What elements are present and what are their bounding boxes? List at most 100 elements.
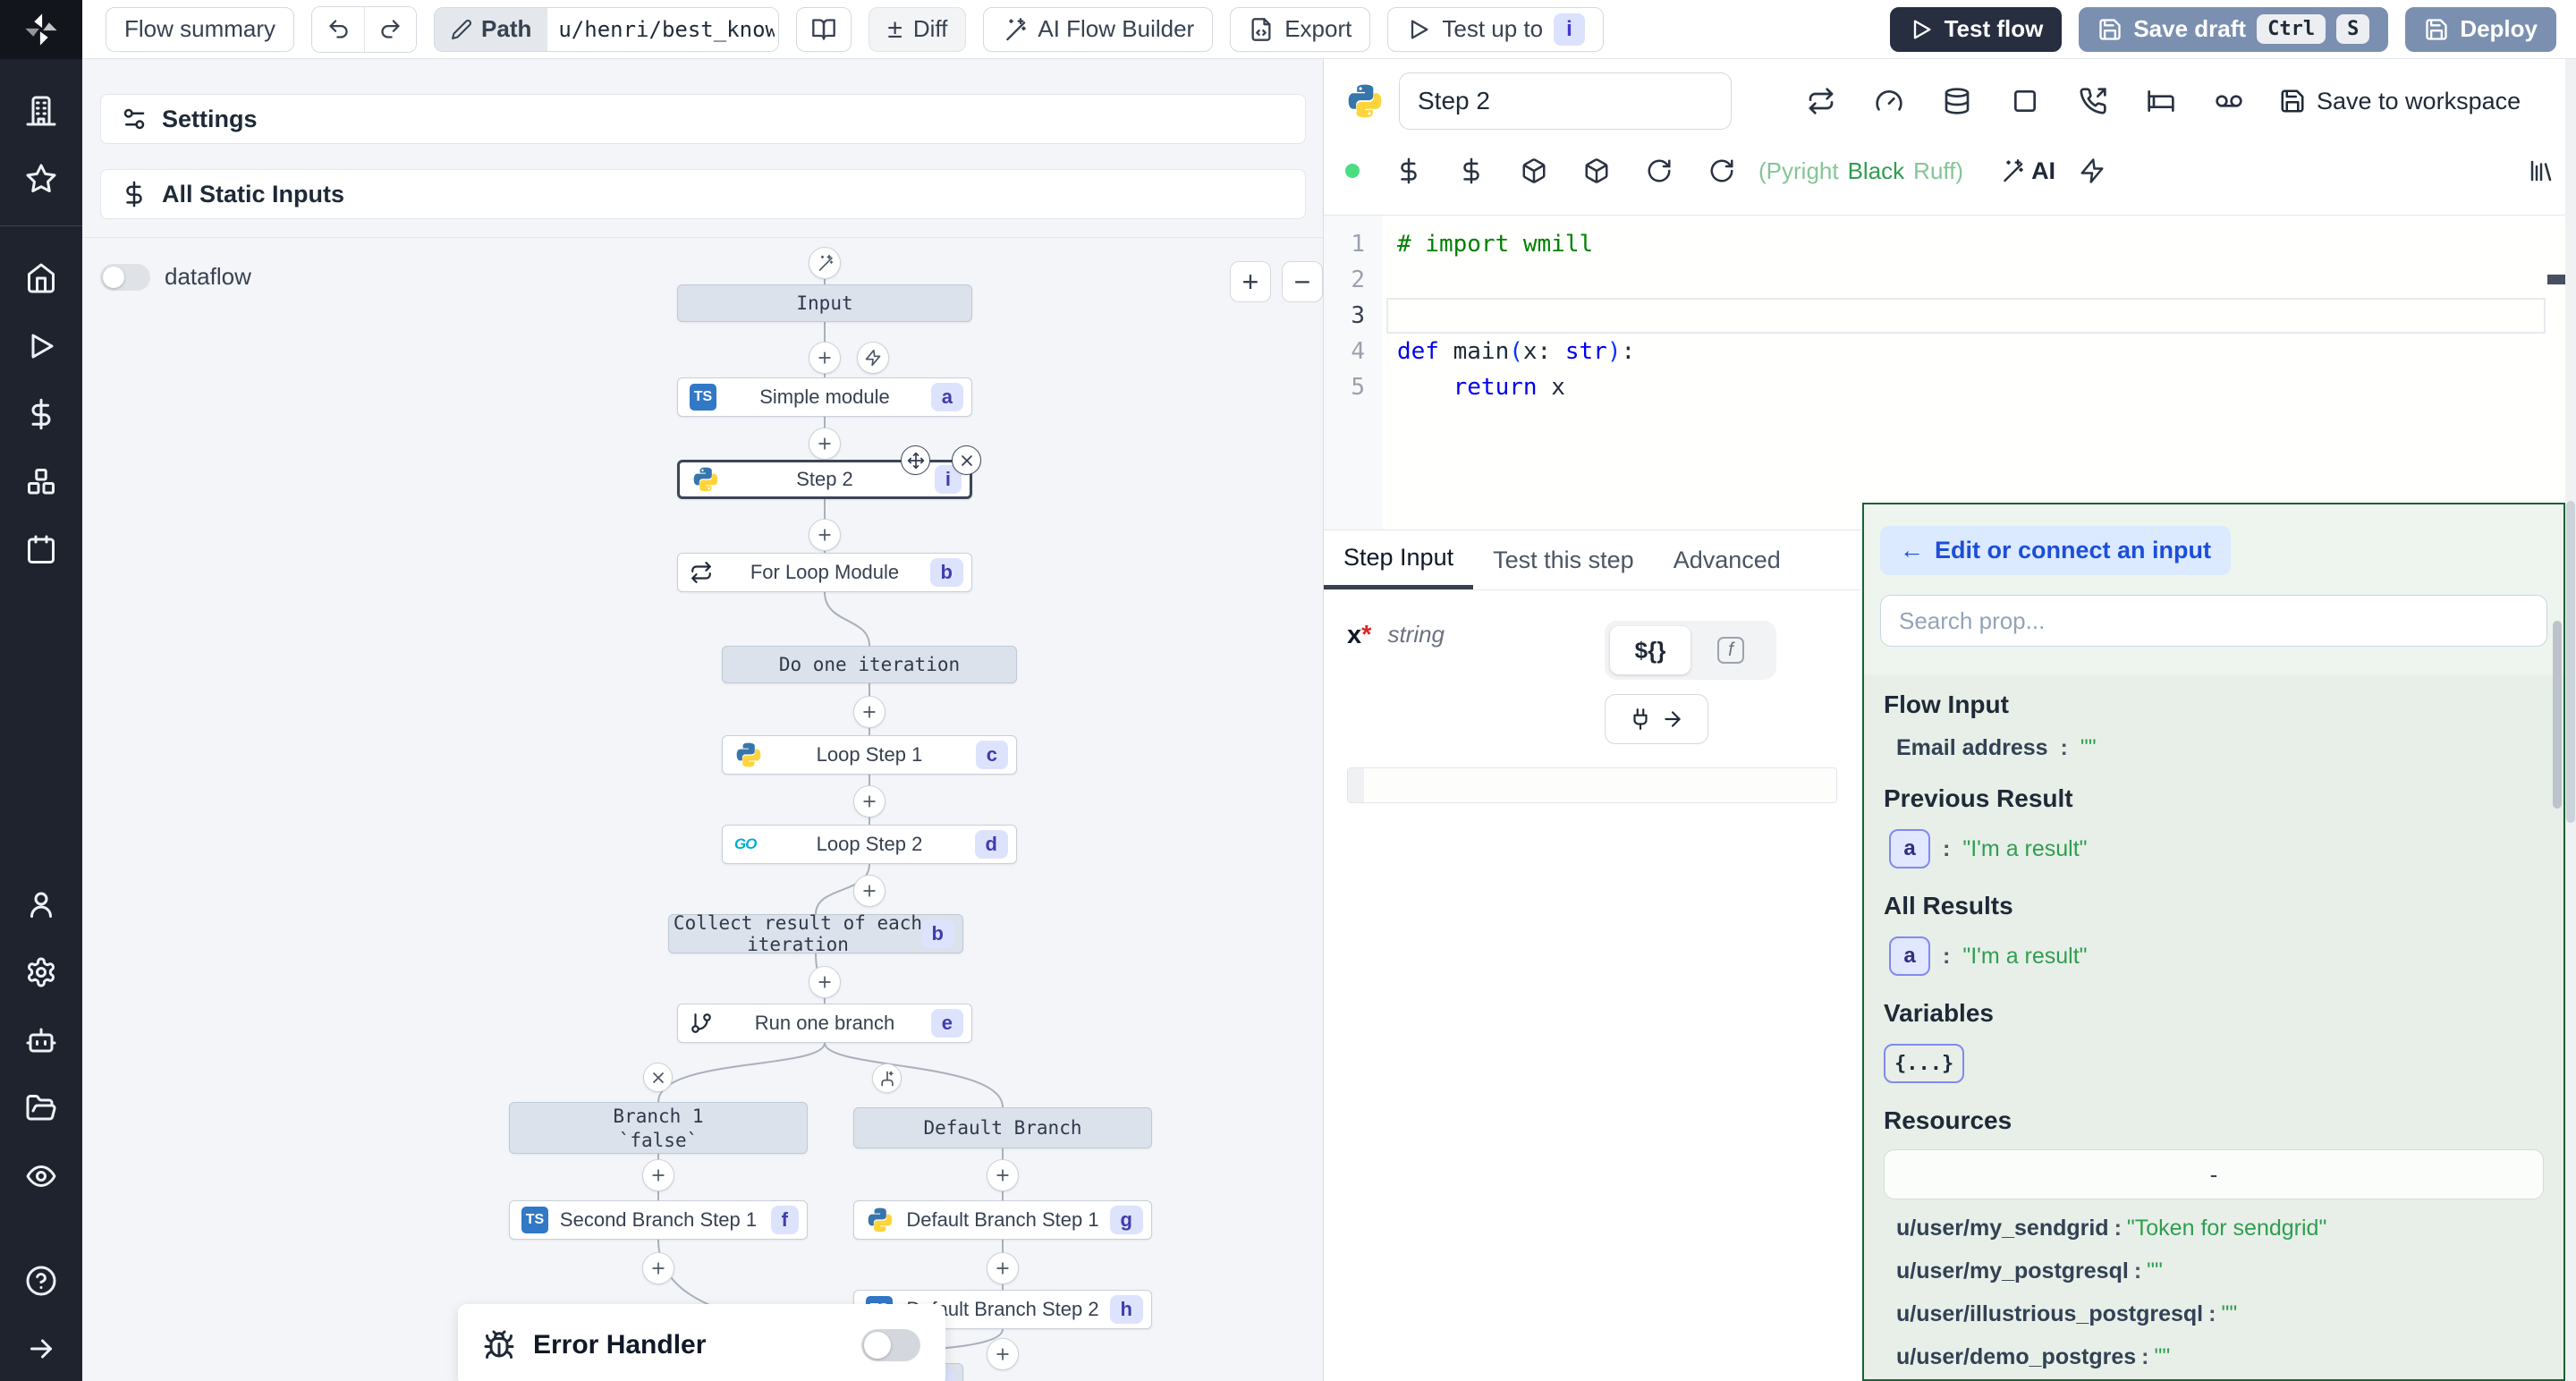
node-collect-result[interactable]: Collect result of each iteration b bbox=[668, 914, 963, 953]
export-button[interactable]: Export bbox=[1230, 7, 1370, 52]
insert-step-button[interactable] bbox=[853, 875, 886, 907]
path-input[interactable] bbox=[547, 8, 778, 51]
insert-step-button[interactable] bbox=[853, 785, 886, 818]
early-stop-gauge-icon[interactable] bbox=[1875, 87, 1903, 115]
step-id-badge[interactable]: a bbox=[1889, 936, 1930, 976]
tab-advanced[interactable]: Advanced bbox=[1654, 530, 1801, 589]
redo-button[interactable] bbox=[364, 7, 416, 52]
right-scrollbar-thumb[interactable] bbox=[2566, 501, 2575, 823]
insert-step-button[interactable] bbox=[642, 1159, 674, 1191]
node-default-branch-step-1[interactable]: Default Branch Step 1 g bbox=[853, 1200, 1152, 1240]
reload-icon-2[interactable] bbox=[1708, 157, 1735, 184]
node-branch-1[interactable]: Branch 1`false` bbox=[509, 1102, 808, 1154]
instant-preview-zap-icon[interactable] bbox=[2079, 157, 2106, 184]
node-default-branch[interactable]: Default Branch bbox=[853, 1107, 1152, 1148]
insert-step-button[interactable] bbox=[853, 696, 886, 728]
audit-eye-icon[interactable] bbox=[25, 1160, 57, 1192]
connect-input-button[interactable] bbox=[1605, 694, 1708, 744]
error-handler-card[interactable]: Error Handler bbox=[458, 1304, 945, 1381]
resource-type-select[interactable]: - bbox=[1884, 1149, 2544, 1199]
schedules-calendar-icon[interactable] bbox=[25, 534, 57, 566]
dollar-icon-1[interactable] bbox=[1395, 157, 1422, 184]
sleep-bed-icon[interactable] bbox=[2147, 87, 2175, 115]
diff-button[interactable]: ±Diff bbox=[869, 7, 966, 52]
retry-repeat-icon[interactable] bbox=[1807, 87, 1835, 115]
expand-sidebar-arrow-icon[interactable] bbox=[25, 1333, 57, 1365]
variables-object-badge[interactable]: {...} bbox=[1884, 1044, 1964, 1083]
workspace-building-icon[interactable] bbox=[25, 95, 57, 127]
node-loop-step-1[interactable]: Loop Step 1 c bbox=[722, 735, 1017, 775]
ai-assistant-button[interactable]: AI bbox=[1999, 157, 2055, 185]
runs-play-icon[interactable] bbox=[25, 330, 57, 362]
template-mode-button[interactable]: ${} bbox=[1610, 626, 1690, 674]
node-loop-step-2[interactable]: GO Loop Step 2 d bbox=[722, 825, 1017, 864]
ai-suggest-wand-button[interactable] bbox=[809, 247, 841, 279]
resource-row[interactable]: u/user/demo_postgres:"" bbox=[1896, 1343, 2544, 1371]
deploy-button[interactable]: Deploy bbox=[2405, 7, 2556, 52]
save-to-workspace-button[interactable]: Save to workspace bbox=[2279, 88, 2521, 115]
test-flow-button[interactable]: Test flow bbox=[1890, 7, 2063, 52]
node-run-one-branch[interactable]: Run one branch e bbox=[677, 1004, 972, 1043]
delete-step-button[interactable] bbox=[952, 445, 981, 475]
settings-gear-icon[interactable] bbox=[25, 956, 57, 988]
insert-step-button[interactable] bbox=[987, 1338, 1019, 1370]
javascript-mode-button[interactable]: f bbox=[1690, 626, 1771, 674]
windmill-logo[interactable] bbox=[0, 0, 82, 59]
step-name-input[interactable] bbox=[1399, 72, 1732, 130]
help-icon[interactable] bbox=[25, 1265, 57, 1297]
workers-robot-icon[interactable] bbox=[25, 1024, 57, 1056]
dollar-icon-2[interactable] bbox=[1458, 157, 1485, 184]
suspend-phone-icon[interactable] bbox=[2079, 87, 2107, 115]
undo-button[interactable] bbox=[312, 7, 364, 52]
users-icon[interactable] bbox=[25, 888, 57, 920]
reload-icon-1[interactable] bbox=[1646, 157, 1673, 184]
resources-boxes-icon[interactable] bbox=[25, 466, 57, 498]
insert-step-button[interactable] bbox=[809, 966, 841, 998]
arg-value-input[interactable] bbox=[1347, 767, 1837, 803]
save-draft-button[interactable]: Save draft Ctrl S bbox=[2079, 7, 2388, 52]
variables-dollar-icon[interactable] bbox=[25, 398, 57, 430]
package-icon-1[interactable] bbox=[1521, 157, 1547, 184]
docs-book-button[interactable] bbox=[796, 7, 852, 52]
connect-panel-scrollbar-thumb[interactable] bbox=[2553, 621, 2562, 809]
mock-square-icon[interactable] bbox=[2011, 87, 2039, 115]
node-input[interactable]: Input bbox=[677, 284, 972, 322]
tab-test-this-step[interactable]: Test this step bbox=[1473, 530, 1654, 589]
move-step-handle[interactable] bbox=[901, 445, 930, 475]
previous-result-item[interactable]: a : "I'm a result" bbox=[1889, 829, 2544, 868]
tab-step-input[interactable]: Step Input bbox=[1324, 530, 1473, 589]
node-simple-module[interactable]: TS Simple module a bbox=[677, 377, 972, 417]
insert-step-button[interactable] bbox=[987, 1252, 1019, 1284]
code-editor[interactable]: 1 2 3 4 5 # import wmill def main(x: str… bbox=[1324, 215, 2576, 530]
insert-step-button[interactable] bbox=[809, 519, 841, 551]
favorites-star-icon[interactable] bbox=[25, 163, 57, 195]
all-results-item[interactable]: a : "I'm a result" bbox=[1889, 936, 2544, 976]
flow-input-item[interactable]: Email address : "" bbox=[1896, 735, 2544, 761]
insert-step-button[interactable] bbox=[809, 428, 841, 460]
cache-database-icon[interactable] bbox=[1943, 87, 1971, 115]
edit-or-connect-back-button[interactable]: ← Edit or connect an input bbox=[1880, 526, 2231, 575]
path-label[interactable]: Path bbox=[435, 8, 547, 51]
home-icon[interactable] bbox=[25, 262, 57, 294]
folders-icon[interactable] bbox=[25, 1092, 57, 1124]
insert-step-button[interactable] bbox=[642, 1252, 674, 1284]
insert-trigger-button[interactable] bbox=[857, 342, 889, 374]
insert-step-button[interactable] bbox=[987, 1159, 1019, 1191]
code-area[interactable]: # import wmill def main(x: str): return … bbox=[1383, 216, 2576, 530]
resource-row[interactable]: u/user/my_postgresql:"" bbox=[1896, 1257, 2544, 1285]
package-icon-2[interactable] bbox=[1583, 157, 1610, 184]
insert-step-button[interactable] bbox=[809, 342, 841, 374]
concurrency-voicemail-icon[interactable] bbox=[2215, 87, 2243, 115]
node-do-one-iteration[interactable]: Do one iteration bbox=[722, 646, 1017, 683]
search-prop-input[interactable] bbox=[1880, 595, 2547, 647]
right-scrollbar-track[interactable] bbox=[2565, 59, 2576, 1381]
ai-flow-builder-button[interactable]: AI Flow Builder bbox=[983, 7, 1213, 52]
add-branch-button[interactable] bbox=[872, 1063, 902, 1093]
variables-item[interactable]: {...} bbox=[1884, 1044, 2544, 1083]
resource-row[interactable]: u/user/my_sendgrid:"Token for sendgrid" bbox=[1896, 1214, 2544, 1242]
library-panel-icon[interactable] bbox=[2528, 157, 2555, 184]
error-handler-toggle[interactable] bbox=[861, 1329, 920, 1361]
flow-summary-button[interactable]: Flow summary bbox=[106, 7, 294, 52]
node-second-branch-step-1[interactable]: TS Second Branch Step 1 f bbox=[509, 1200, 808, 1240]
test-up-to-button[interactable]: Test up to i bbox=[1387, 7, 1603, 52]
